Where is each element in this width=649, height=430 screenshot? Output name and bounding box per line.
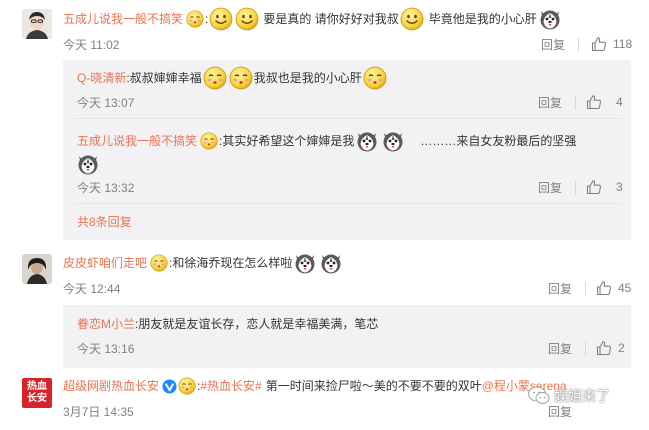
comment-username[interactable]: 超级网剧热血长安: [63, 375, 159, 397]
smile-emoji-icon: [209, 7, 233, 31]
reply-text-line: 五成儿说我一般不搞笑 :其实好希望这个婶婶是我 ………来自女友粉最后的坚强: [77, 129, 576, 153]
like-count: 45: [618, 281, 632, 295]
comment-text: 要是真的 请你好好对我叔: [263, 12, 399, 26]
comment-text-line: 五成儿说我一般不搞笑 : 要是真的 请你好好对我叔 毕竟他是我的小心肝: [63, 7, 563, 31]
love-emoji-icon: [203, 66, 227, 90]
husky-emoji-icon: [76, 152, 100, 176]
reply-text: ………来自女友粉最后的坚强: [420, 134, 577, 148]
reply-username[interactable]: 眷恋M小兰: [77, 313, 135, 335]
separator: [575, 181, 576, 195]
watermark: 娱姐来了: [528, 386, 610, 406]
husky-emoji-icon: [538, 7, 562, 31]
reply-text: :其实好希望这个婶婶是我: [219, 134, 355, 148]
thumb-up-icon: [596, 280, 612, 296]
reply-text: 我叔也是我的小心肝: [253, 71, 362, 85]
love-emoji-icon: [200, 132, 218, 150]
reply-button[interactable]: 回复: [541, 37, 565, 53]
separator: [575, 96, 576, 110]
comment-username[interactable]: 五成儿说我一般不搞笑: [63, 8, 183, 30]
like-count: 2: [618, 341, 625, 355]
like-button[interactable]: 3: [586, 179, 623, 195]
reply-button[interactable]: 回复: [538, 95, 562, 111]
like-button[interactable]: 4: [586, 94, 623, 110]
separator: [578, 38, 579, 52]
divider: [73, 203, 623, 204]
separator: [585, 342, 586, 356]
love-emoji-icon: [363, 66, 387, 90]
like-count: 118: [613, 37, 633, 51]
love-emoji-icon: [186, 10, 204, 28]
separator: [585, 282, 586, 296]
reply-time: 今天 13:16: [77, 342, 135, 356]
reply-text-line: 眷恋M小兰 :朋友就是友谊长存，恋人就是幸福美满，笔芯: [77, 313, 378, 335]
watermark-text: 娱姐来了: [554, 389, 610, 405]
like-button[interactable]: 118: [591, 36, 632, 52]
comment-text: :和徐海乔现在怎么样啦: [169, 256, 293, 270]
reply-text: :朋友就是友谊长存，恋人就是幸福美满，笔芯: [135, 317, 379, 331]
comment-text-line: 超级网剧热血长安 : #热血长安# 第一时间来捡尸啦～美的不要不要的双叶 @程小…: [63, 375, 567, 397]
comment-username[interactable]: 皮皮虾咱们走吧: [63, 252, 147, 274]
like-count: 4: [616, 95, 623, 109]
reply-time: 今天 13:32: [77, 181, 135, 195]
love-emoji-icon: [229, 66, 253, 90]
reply-text: :叔叔婶婶幸福: [126, 71, 202, 85]
divider: [73, 118, 623, 119]
thumb-up-icon: [591, 36, 607, 52]
avatar[interactable]: [22, 9, 52, 39]
hashtag-link[interactable]: #热血长安#: [200, 375, 261, 397]
comment-text: 毕竟他是我的小心肝: [428, 12, 537, 26]
avatar[interactable]: [22, 254, 52, 284]
avatar-badge-text: 热血长安: [27, 381, 47, 404]
husky-emoji-icon: [381, 129, 405, 153]
reply-time: 今天 13:07: [77, 96, 135, 110]
avatar[interactable]: 热血长安: [22, 378, 52, 408]
thumb-up-icon: [596, 340, 612, 356]
thumb-up-icon: [586, 179, 602, 195]
husky-emoji-icon: [293, 251, 317, 275]
thumb-up-icon: [586, 94, 602, 110]
reply-button[interactable]: 回复: [548, 281, 572, 297]
reply-button[interactable]: 回复: [548, 341, 572, 357]
love-emoji-icon: [150, 254, 168, 272]
smile-emoji-icon: [235, 7, 259, 31]
comment-time: 今天 12:44: [63, 282, 121, 296]
comment-text: 第一时间来捡尸啦～美的不要不要的双叶: [265, 379, 482, 393]
comment-time: 3月7日 14:35: [63, 405, 134, 419]
reply-username[interactable]: Q-晓清新: [77, 67, 126, 89]
smile-emoji-icon: [400, 7, 424, 31]
reply-button[interactable]: 回复: [538, 180, 562, 196]
more-replies-link[interactable]: 共8条回复: [77, 214, 132, 230]
reply-username[interactable]: 五成儿说我一般不搞笑: [77, 130, 197, 152]
like-button[interactable]: 45: [596, 280, 631, 296]
verified-v-icon: [162, 378, 177, 394]
love-emoji-icon: [178, 377, 196, 395]
wechat-icon: [528, 386, 550, 404]
like-button[interactable]: 2: [596, 340, 625, 356]
comment-time: 今天 11:02: [63, 38, 120, 52]
reply-text-line: Q-晓清新 :叔叔婶婶幸福 我叔也是我的小心肝: [77, 66, 388, 90]
reply-button[interactable]: 回复: [548, 404, 572, 420]
husky-emoji-icon: [319, 251, 343, 275]
comment-text-line: 皮皮虾咱们走吧 :和徐海乔现在怎么样啦: [63, 251, 344, 275]
husky-emoji-icon: [355, 129, 379, 153]
like-count: 3: [616, 180, 623, 194]
